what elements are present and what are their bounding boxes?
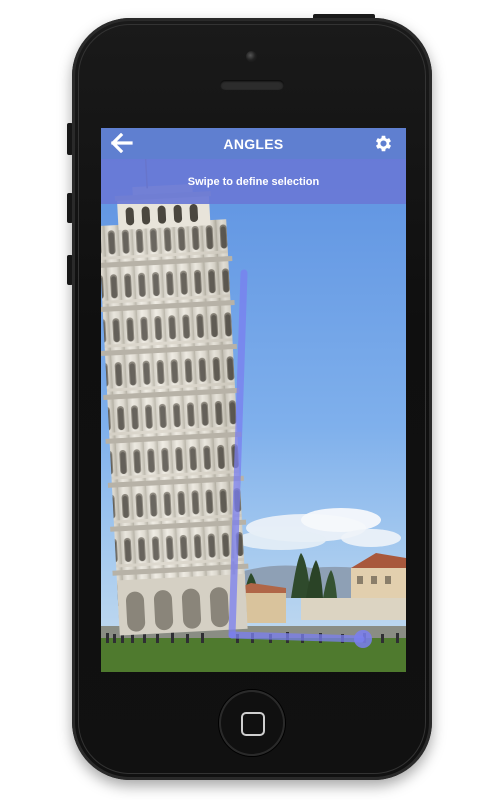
horizontal-selection-line[interactable]	[228, 631, 365, 643]
stage: ANGLES Swipe to define selection	[0, 0, 500, 800]
app-bar: ANGLES	[101, 128, 406, 159]
vertical-selection-line[interactable]	[228, 269, 248, 639]
selection-handle[interactable]	[354, 630, 372, 648]
home-square-icon	[241, 712, 265, 736]
instruction-text: Swipe to define selection	[187, 175, 320, 188]
instruction-banner: Swipe to define selection	[101, 159, 406, 204]
earpiece-speaker	[220, 80, 284, 90]
back-arrow-icon[interactable]	[111, 133, 133, 153]
front-camera	[246, 51, 257, 62]
phone-screen[interactable]: ANGLES Swipe to define selection	[101, 128, 406, 672]
angle-selection-overlay[interactable]	[101, 128, 406, 672]
gear-icon[interactable]	[373, 133, 394, 154]
app-title: ANGLES	[223, 135, 284, 152]
